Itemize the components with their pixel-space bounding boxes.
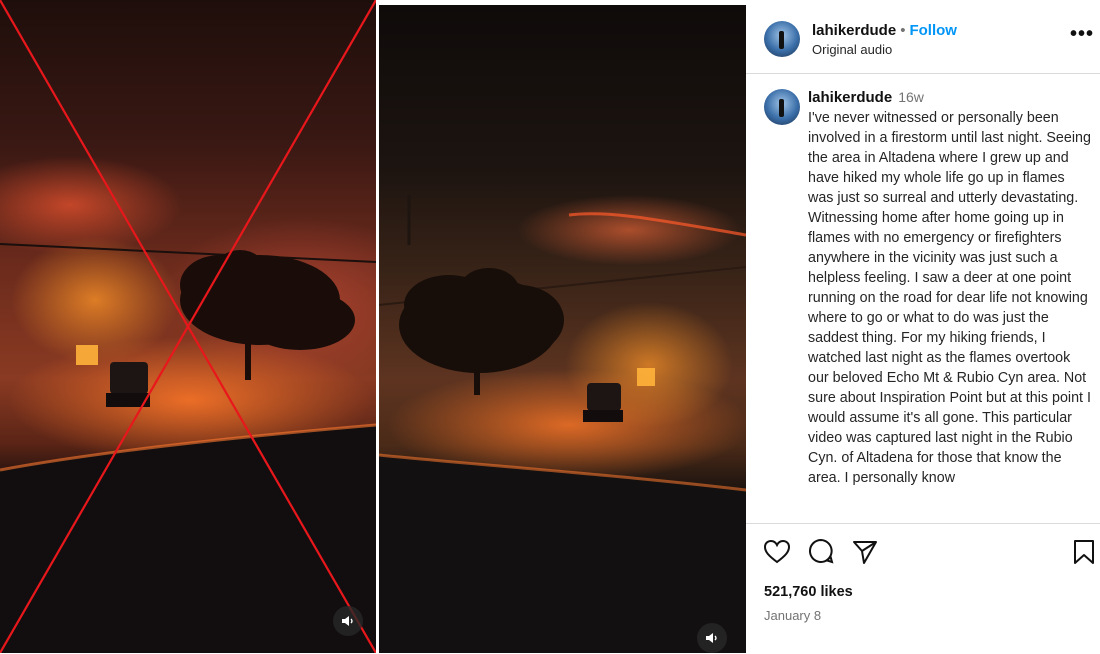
- speaker-icon: [342, 616, 353, 626]
- post-date[interactable]: January 8: [764, 608, 821, 623]
- caption-text: I've never witnessed or personally been …: [808, 110, 1091, 486]
- avatar[interactable]: [764, 89, 800, 125]
- caption: lahikerdude 16w I've never witnessed or p…: [808, 87, 1092, 488]
- likes-count[interactable]: 521,760 likes: [764, 584, 853, 600]
- cross-mark: [0, 0, 376, 653]
- scene-details: [379, 195, 746, 653]
- heart-icon[interactable]: [763, 538, 791, 566]
- video-frame: [379, 5, 746, 653]
- post-age: 16w: [898, 89, 924, 105]
- action-bar: 521,760 likes January 8: [746, 523, 1100, 654]
- comment-icon[interactable]: [807, 538, 835, 566]
- speaker-icon: [706, 633, 717, 643]
- crossed-out-video-frame: [0, 0, 376, 653]
- fire-scene-image: [379, 5, 746, 653]
- caption-area: lahikerdude 16w I've never witnessed or p…: [746, 79, 1100, 522]
- mute-button[interactable]: [697, 623, 727, 653]
- bookmark-icon[interactable]: [1072, 538, 1096, 566]
- mute-button[interactable]: [333, 606, 363, 636]
- send-icon[interactable]: [851, 538, 879, 566]
- avatar[interactable]: [764, 21, 800, 57]
- post-header: lahikerdude • Follow Original audio •••: [746, 5, 1100, 74]
- post-sidebar: lahikerdude • Follow Original audio ••• la…: [746, 5, 1100, 653]
- audio-label[interactable]: Original audio: [812, 42, 892, 57]
- username[interactable]: lahikerdude: [812, 22, 896, 39]
- follow-button[interactable]: Follow: [909, 22, 957, 39]
- more-options-icon[interactable]: •••: [1070, 23, 1094, 46]
- caption-username[interactable]: lahikerdude: [808, 89, 892, 106]
- separator-dot: •: [900, 22, 906, 39]
